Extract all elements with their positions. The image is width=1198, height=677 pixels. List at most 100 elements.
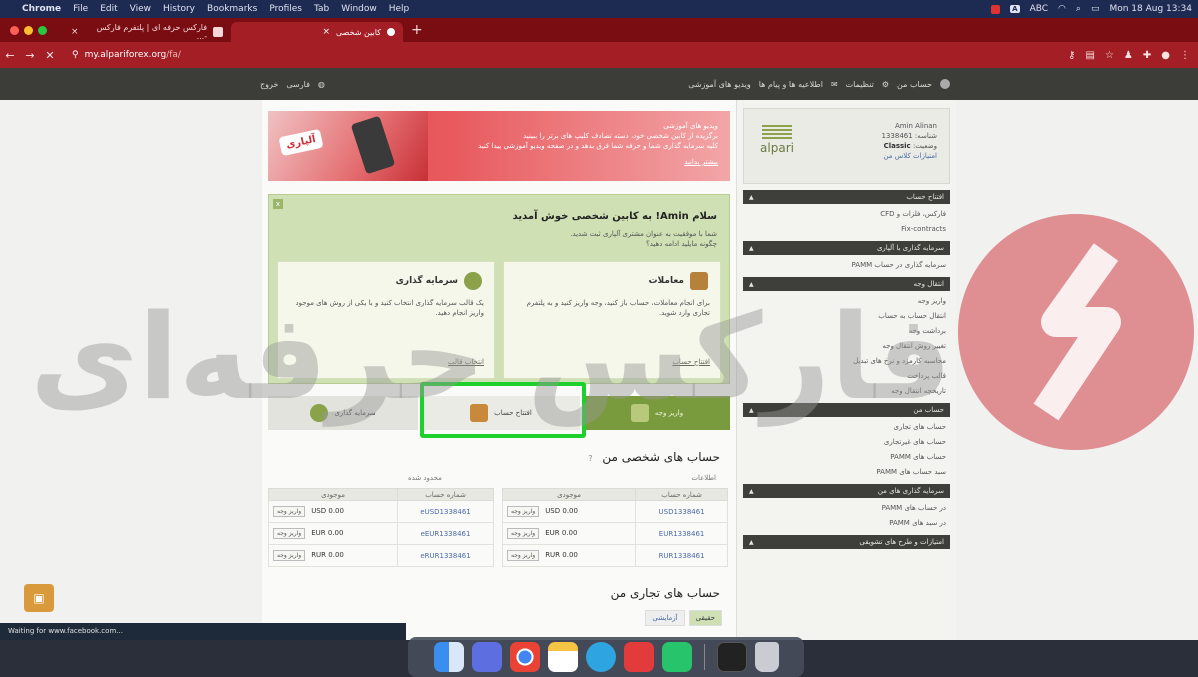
sidebar-link[interactable]: فارکس، فلزات و CFD bbox=[737, 207, 956, 222]
account-number-link[interactable]: USD1338461 bbox=[635, 500, 728, 523]
sidebar-link[interactable]: در سبد های PAMM bbox=[737, 516, 956, 531]
control-center-icon[interactable]: ▭ bbox=[1091, 4, 1100, 14]
menu-chrome[interactable]: Chrome bbox=[22, 4, 61, 14]
nav-notifications[interactable]: اطلاعیه ها و پیام ها bbox=[759, 80, 823, 89]
account-number-link[interactable]: eRUR1338461 bbox=[397, 544, 494, 567]
profile-icon[interactable]: ♟ bbox=[1124, 50, 1133, 61]
nav-logout[interactable]: خروج bbox=[260, 80, 278, 89]
zoom-window-icon[interactable] bbox=[38, 25, 47, 35]
trade-card-link[interactable]: افتتاح حساب bbox=[672, 358, 710, 366]
account-number-link[interactable]: eUSD1338461 bbox=[397, 500, 494, 523]
account-number-link[interactable]: EUR1338461 bbox=[635, 522, 728, 545]
sidebar-section-header[interactable]: افتتاح حساب ▲ bbox=[743, 190, 950, 204]
keyboard-input-icon[interactable]: A bbox=[1010, 5, 1020, 13]
telegram-icon[interactable] bbox=[585, 642, 616, 672]
sidebar-section-header[interactable]: انتقال وجه ▲ bbox=[743, 277, 950, 291]
account-number-link[interactable]: eEUR1338461 bbox=[397, 522, 494, 545]
invest-card-link[interactable]: انتخاب قالب bbox=[448, 358, 484, 366]
menu-window[interactable]: Window bbox=[341, 4, 377, 14]
promo-banner[interactable]: آلپاری ویدیو های آموزشی برگزیده از کابین… bbox=[268, 111, 730, 181]
sidebar-section-header[interactable]: سرمایه گذاری با آلپاری ▲ bbox=[743, 241, 950, 255]
deposit-button[interactable]: واریز وجه bbox=[507, 528, 540, 539]
sidebar-link[interactable]: تغییر روش انتقال وجه bbox=[737, 339, 956, 354]
deposit-button[interactable]: واریز وجه bbox=[507, 550, 540, 561]
new-tab-button[interactable]: + bbox=[411, 22, 423, 38]
back-icon[interactable]: ← bbox=[0, 49, 20, 62]
sidebar-link[interactable]: Fix-contracts bbox=[737, 222, 956, 237]
close-welcome-button[interactable]: x bbox=[273, 199, 283, 209]
menu-profiles[interactable]: Profiles bbox=[269, 4, 302, 14]
sidebar-section-header[interactable]: سرمایه گذاری های من ▲ bbox=[743, 484, 950, 498]
deposit-button[interactable]: واریز وجه bbox=[273, 550, 306, 561]
key-icon[interactable]: ⚷ bbox=[1068, 50, 1075, 61]
record-icon[interactable] bbox=[991, 4, 1001, 14]
deposit-button[interactable]: واریز وجه bbox=[273, 506, 306, 517]
messages-icon[interactable]: ✉ bbox=[831, 80, 838, 89]
menu-history[interactable]: History bbox=[163, 4, 195, 14]
menu-help[interactable]: Help bbox=[389, 4, 410, 14]
tab-real[interactable]: حقیقی bbox=[688, 610, 722, 626]
extensions-icon[interactable]: ✚ bbox=[1143, 50, 1151, 61]
account-number-link[interactable]: RUR1338461 bbox=[635, 544, 728, 567]
translate-icon[interactable]: ▤ bbox=[1085, 50, 1094, 61]
menu-dots-icon[interactable]: ⋮ bbox=[1180, 50, 1190, 61]
sidebar-link[interactable]: واریز وجه bbox=[737, 294, 956, 309]
menu-edit[interactable]: Edit bbox=[100, 4, 117, 14]
anydesk-icon[interactable] bbox=[623, 642, 654, 672]
browser-tab[interactable]: فارکس حرفه ای | پلتفرم فارکس -... × bbox=[63, 22, 231, 42]
menu-file[interactable]: File bbox=[73, 4, 88, 14]
terminal-icon[interactable] bbox=[716, 642, 747, 672]
sidebar-link[interactable]: قالب پرداخت bbox=[737, 369, 956, 384]
address-bar[interactable]: ⚲ my.alpariforex.org/fa/ bbox=[72, 50, 181, 60]
nav-my-account[interactable]: حساب من bbox=[897, 80, 932, 89]
sidebar-section-header[interactable]: حساب من ▲ bbox=[743, 403, 950, 417]
banner-more-link[interactable]: بیشتر بدانید bbox=[428, 157, 718, 167]
notes-icon[interactable] bbox=[547, 642, 578, 672]
sidebar-link[interactable]: حساب های تجاری bbox=[737, 420, 956, 435]
deposit-button[interactable]: واریز وجه bbox=[507, 506, 540, 517]
sidebar-link[interactable]: تاریخچه انتقال وجه bbox=[737, 384, 956, 399]
sidebar-link[interactable]: سبد حساب های PAMM bbox=[737, 465, 956, 480]
sidebar-link[interactable]: حساب های PAMM bbox=[737, 450, 956, 465]
chrome-icon[interactable] bbox=[509, 642, 540, 672]
search-icon[interactable]: ⌕ bbox=[1076, 4, 1081, 14]
deposit-tile[interactable]: واریز وجه bbox=[584, 396, 730, 430]
sidebar-link[interactable]: حساب های غیرتجاری bbox=[737, 435, 956, 450]
nav-settings[interactable]: تنظیمات bbox=[846, 80, 874, 89]
sidebar-section-header[interactable]: امتیازات و طرح های تشویقی ▲ bbox=[743, 535, 950, 549]
finder-icon[interactable] bbox=[433, 642, 464, 672]
stop-loading-icon[interactable]: ✕ bbox=[40, 49, 60, 62]
minimize-window-icon[interactable] bbox=[24, 25, 33, 35]
menubar-clock[interactable]: Mon 18 Aug 13:34 bbox=[1109, 4, 1192, 14]
wifi-icon[interactable]: ◠ bbox=[1058, 4, 1066, 14]
menu-view[interactable]: View bbox=[130, 4, 151, 14]
menu-tab[interactable]: Tab bbox=[314, 4, 329, 14]
site-info-icon[interactable]: ⚲ bbox=[72, 50, 79, 60]
deposit-button[interactable]: واریز وجه bbox=[273, 528, 306, 539]
forward-icon[interactable]: → bbox=[20, 49, 40, 62]
invest-tile[interactable]: سرمایه گذاری bbox=[268, 396, 418, 430]
nav-video-tutorials[interactable]: ویدیو های آموزشی bbox=[688, 80, 751, 89]
sidebar-link[interactable]: انتقال حساب به حساب bbox=[737, 309, 956, 324]
close-tab-icon[interactable]: × bbox=[71, 27, 79, 37]
bookmark-star-icon[interactable]: ☆ bbox=[1105, 50, 1114, 61]
camtasia-icon[interactable] bbox=[661, 642, 692, 672]
menu-bookmarks[interactable]: Bookmarks bbox=[207, 4, 257, 14]
sidebar-link[interactable]: محاسبه کارمزد و نرخ های تبدیل bbox=[737, 354, 956, 369]
input-source-label[interactable]: ABC bbox=[1030, 4, 1048, 14]
settings-icon[interactable]: ⚙ bbox=[882, 80, 889, 89]
account-avatar-icon[interactable]: ● bbox=[1161, 50, 1170, 61]
close-window-icon[interactable] bbox=[10, 25, 19, 35]
nav-language[interactable]: فارسی bbox=[286, 80, 310, 89]
help-icon[interactable]: ? bbox=[588, 454, 592, 463]
sidebar-link[interactable]: برداشت وجه bbox=[737, 324, 956, 339]
close-tab-icon[interactable]: × bbox=[322, 27, 330, 37]
sidebar-link[interactable]: سرمایه گذاری در حساب PAMM bbox=[737, 258, 956, 273]
browser-tab-active[interactable]: کابین شخصی × bbox=[231, 22, 403, 42]
launchpad-icon[interactable] bbox=[471, 642, 502, 672]
profile-link[interactable]: امتیازات کلاس من bbox=[882, 151, 937, 161]
sidebar-link[interactable]: در حساب های PAMM bbox=[737, 501, 956, 516]
tab-demo[interactable]: آزمایشی bbox=[645, 610, 685, 626]
trash-icon[interactable] bbox=[754, 642, 779, 672]
chat-button[interactable]: ▣ bbox=[24, 584, 54, 612]
